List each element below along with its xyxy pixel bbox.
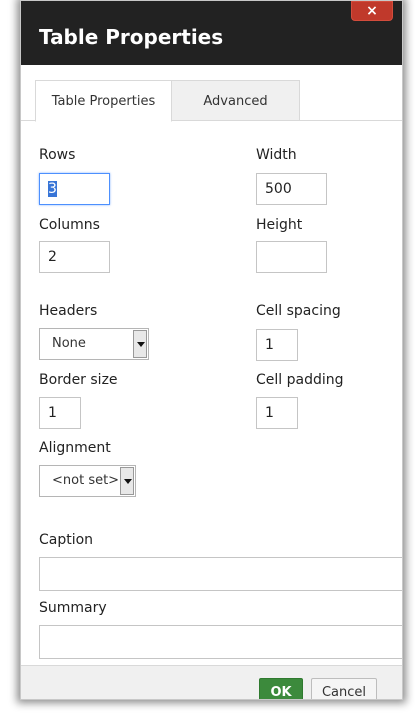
caption-label: Caption <box>39 532 94 548</box>
headers-label: Headers <box>39 303 98 319</box>
cell-padding-label: Cell padding <box>256 372 344 388</box>
height-input[interactable] <box>256 241 327 273</box>
cancel-button[interactable]: Cancel <box>311 678 377 699</box>
chevron-down-icon <box>133 330 147 358</box>
alignment-value: <not set> <box>52 473 120 488</box>
close-button[interactable]: × <box>351 1 393 21</box>
rows-label: Rows <box>39 147 76 163</box>
caption-input[interactable] <box>39 557 402 591</box>
border-size-label: Border size <box>39 372 118 388</box>
alignment-label: Alignment <box>39 440 111 456</box>
tab-table-properties[interactable]: Table Properties <box>35 80 172 122</box>
ok-button[interactable]: OK <box>259 678 303 699</box>
headers-select[interactable]: None <box>39 328 149 360</box>
summary-input[interactable] <box>39 625 402 659</box>
tab-bar: Table Properties Advanced <box>21 65 402 122</box>
columns-label: Columns <box>39 217 100 233</box>
rows-input[interactable]: 3 <box>39 173 110 205</box>
width-label: Width <box>256 147 297 163</box>
chevron-down-icon <box>120 467 134 495</box>
tab-advanced[interactable]: Advanced <box>172 80 300 121</box>
columns-input[interactable]: 2 <box>39 241 110 273</box>
close-icon: × <box>366 3 378 19</box>
cell-padding-input[interactable]: 1 <box>256 397 298 429</box>
width-input[interactable]: 500 <box>256 173 327 205</box>
alignment-select[interactable]: <not set> <box>39 465 136 497</box>
height-label: Height <box>256 217 303 233</box>
rows-value: 3 <box>48 181 57 197</box>
headers-value: None <box>52 336 86 351</box>
border-size-input[interactable]: 1 <box>39 397 81 429</box>
table-properties-dialog: Table Properties × Table Properties Adva… <box>20 0 403 700</box>
cell-spacing-input[interactable]: 1 <box>256 329 298 361</box>
dialog-title: Table Properties <box>39 25 224 49</box>
cell-spacing-label: Cell spacing <box>256 303 341 319</box>
dialog-footer: OK Cancel <box>21 665 402 699</box>
dialog-titlebar: Table Properties × <box>21 1 402 65</box>
summary-label: Summary <box>39 600 107 616</box>
